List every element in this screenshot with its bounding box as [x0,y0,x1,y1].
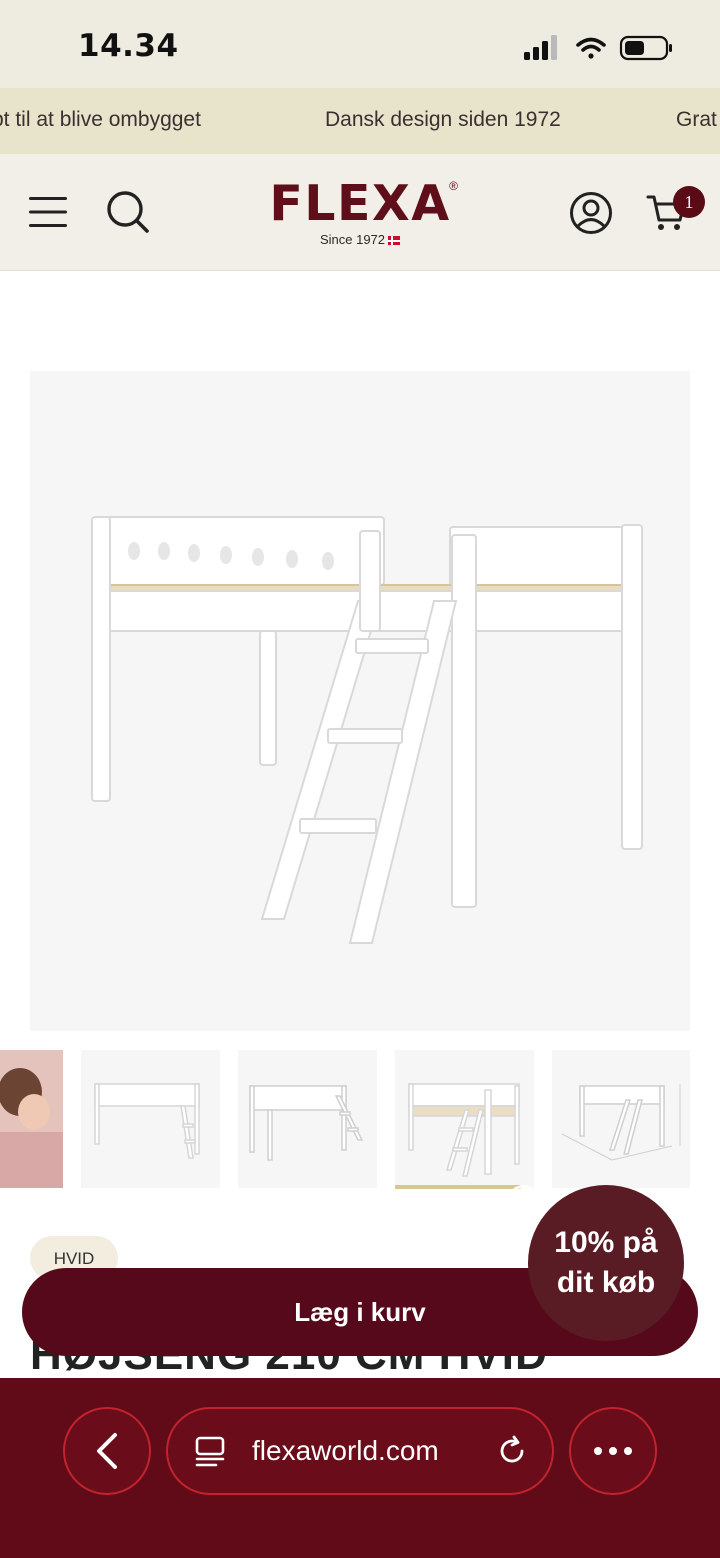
product-page: 14.34 pt til at blive ombygget Dansk des [0,0,720,1558]
status-time: 14.34 [78,28,179,64]
logo-wordmark: FLEXA [269,175,451,232]
more-options-icon [594,1447,632,1455]
url-text: flexaworld.com [252,1435,439,1466]
bed-thumbnail-image [94,1083,200,1159]
browser-toolbar: flexaworld.com [0,1378,720,1558]
dimensions-thumbnail-image [561,1084,681,1161]
site-header: FLEXA ® Since 1972 [0,154,720,271]
discount-close-button[interactable] [506,1185,542,1221]
status-bar: 14.34 [0,0,720,88]
announcement-item: pt til at blive ombygget [0,108,201,131]
wifi-icon [576,37,606,59]
reload-icon[interactable] [496,1434,530,1468]
menu-icon[interactable] [28,194,68,230]
address-bar[interactable]: flexaworld.com [166,1407,554,1495]
announcement-item: Dansk design siden 1972 [325,108,561,131]
close-icon [516,1195,532,1211]
discount-line-1: 10% på [554,1226,658,1259]
loft-bed-image [91,516,643,944]
status-icons [524,35,672,61]
account-icon[interactable] [569,191,613,235]
search-icon[interactable] [105,189,151,235]
discount-line-2: dit køb [556,1266,656,1299]
product-main-image[interactable] [30,371,690,1031]
browser-back-button[interactable] [63,1407,151,1495]
chevron-left-icon [97,1433,117,1469]
browser-more-button[interactable] [569,1407,657,1495]
logo-tagline: Since 1972 [262,232,458,247]
cart-count-badge[interactable]: 1 [673,186,705,218]
product-thumbnail[interactable] [238,1050,377,1188]
logo-registered-mark: ® [449,179,458,193]
flexa-logo[interactable]: FLEXA ® Since 1972 [262,177,458,253]
active-thumbnail-indicator [395,1185,521,1189]
cellular-signal-icon [524,35,557,60]
battery-icon [619,35,672,61]
danish-flag-icon [388,236,401,246]
logo-since-text: Since 1972 [319,232,386,247]
bed-thumbnail-image [249,1085,364,1161]
product-thumbnail-dimensions[interactable] [552,1050,690,1188]
announcement-item: Grat [676,108,717,131]
discount-popup[interactable]: 10% på dit køb [528,1185,684,1341]
product-thumbnail-active[interactable] [395,1050,534,1188]
product-thumbnail-lifestyle[interactable] [0,1050,63,1188]
announcement-bar: pt til at blive ombygget Dansk design si… [0,88,720,154]
lifestyle-photo [0,1050,63,1188]
product-thumbnail[interactable] [81,1050,220,1188]
page-settings-icon[interactable] [194,1434,228,1468]
bed-thumbnail-image [408,1083,520,1177]
